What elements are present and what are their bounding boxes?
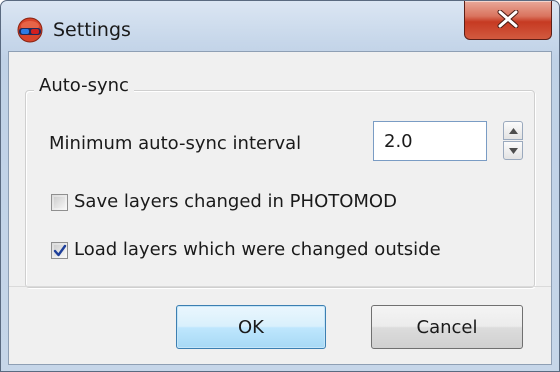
group-title: Auto-sync	[34, 74, 134, 98]
load-layers-checkbox[interactable]	[51, 241, 68, 259]
title-bar[interactable]: Settings	[1, 1, 559, 45]
settings-dialog: Settings Auto-sync Minimum auto-sync int…	[0, 0, 560, 372]
cancel-button[interactable]: Cancel	[371, 305, 523, 349]
ok-button[interactable]: OK	[176, 305, 326, 349]
save-layers-label: Save layers changed in PHOTOMOD	[74, 191, 397, 212]
spin-down-button[interactable]	[503, 141, 523, 160]
load-layers-label: Load layers which were changed outside	[74, 239, 441, 260]
arrow-up-icon	[509, 128, 518, 134]
load-layers-option[interactable]: Load layers which were changed outside	[51, 237, 441, 263]
dialog-body: Auto-sync Minimum auto-sync interval Sav…	[8, 51, 552, 365]
close-icon	[497, 10, 519, 28]
save-layers-checkbox[interactable]	[51, 193, 68, 211]
save-layers-option[interactable]: Save layers changed in PHOTOMOD	[51, 189, 397, 215]
red-glasses-icon	[17, 17, 43, 43]
window-title: Settings	[53, 19, 131, 41]
arrow-down-icon	[509, 148, 518, 154]
interval-input[interactable]	[373, 121, 487, 161]
interval-label: Minimum auto-sync interval	[49, 133, 302, 154]
close-button[interactable]	[464, 1, 552, 40]
spin-up-button[interactable]	[503, 121, 523, 140]
checkmark-icon	[53, 244, 67, 256]
divider	[9, 286, 551, 287]
